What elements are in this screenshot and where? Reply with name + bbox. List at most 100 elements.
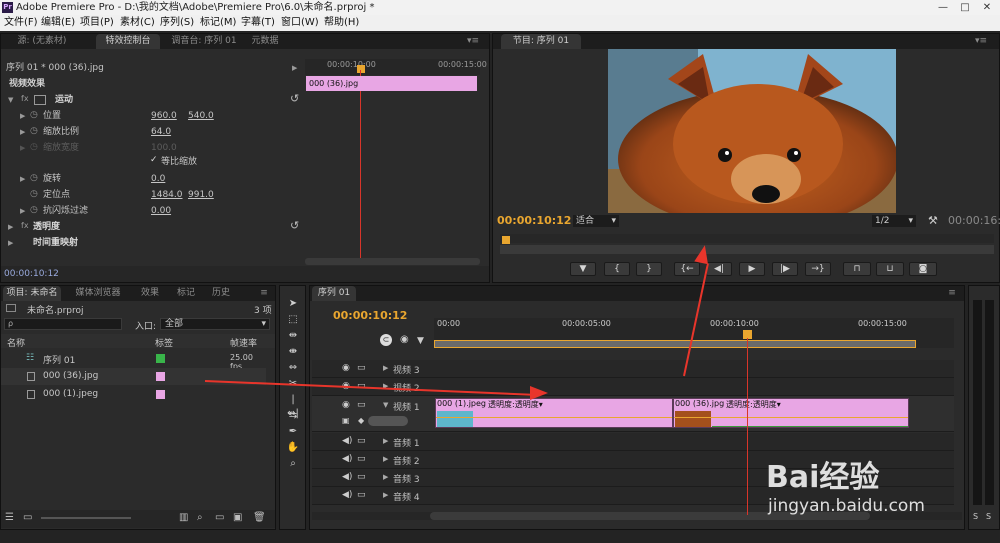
- lock-icon[interactable]: ▭: [357, 490, 366, 500]
- expand-motion-icon[interactable]: ▼: [8, 96, 13, 104]
- menu-project[interactable]: 项目(P): [80, 15, 114, 31]
- program-in-marker[interactable]: [502, 236, 510, 244]
- effect-clip-bar[interactable]: 000 (36).jpg: [306, 76, 477, 91]
- lock-icon[interactable]: ▭: [357, 400, 366, 410]
- effect-zoom-scrollbar[interactable]: [305, 258, 480, 265]
- stopwatch-icon[interactable]: ◷: [30, 126, 38, 136]
- speaker-icon[interactable]: ◀): [342, 454, 352, 464]
- lock-icon[interactable]: ▭: [357, 472, 366, 482]
- stopwatch-icon[interactable]: ◷: [30, 173, 38, 183]
- panel-menu-icon[interactable]: ≡: [942, 286, 962, 301]
- anti-flicker-value[interactable]: 0.00: [151, 203, 171, 219]
- timeline-clip[interactable]: 000 (36).jpg 透明度:透明度▾: [673, 398, 909, 428]
- expand-time-remap-icon[interactable]: ▶: [8, 239, 13, 247]
- maximize-button[interactable]: □: [954, 0, 976, 15]
- fit-dropdown[interactable]: 适合 ▾: [573, 215, 619, 227]
- position-x-value[interactable]: 960.0: [151, 108, 177, 124]
- trash-icon[interactable]: 🗑: [253, 512, 266, 523]
- selection-tool-icon[interactable]: ➤: [286, 297, 300, 311]
- project-search-input[interactable]: ρ: [4, 318, 122, 330]
- go-to-out-button[interactable]: →}: [805, 262, 831, 276]
- stopwatch-icon[interactable]: ◷: [30, 110, 38, 120]
- close-button[interactable]: ✕: [976, 0, 998, 15]
- eye-icon[interactable]: ◉: [342, 363, 350, 373]
- tab-effects[interactable]: 效果: [137, 286, 163, 301]
- opacity-line[interactable]: [436, 417, 672, 418]
- program-mini-ruler[interactable]: [500, 234, 994, 243]
- panel-menu-icon[interactable]: ≡: [255, 286, 273, 301]
- reset-motion-icon[interactable]: ↺: [290, 92, 299, 105]
- tab-history[interactable]: 历史: [208, 286, 234, 301]
- mark-in-button[interactable]: {: [604, 262, 630, 276]
- timeline-timecode[interactable]: 00:00:10:12: [333, 309, 407, 322]
- keyframe-nav[interactable]: [368, 416, 408, 426]
- clip-fx-menu[interactable]: 透明度:透明度▾: [726, 399, 781, 410]
- pen-tool-icon[interactable]: ✒: [286, 425, 300, 439]
- project-row[interactable]: ☷ 序列 01 25.00 fps: [1, 350, 266, 371]
- play-button[interactable]: ▶: [739, 262, 765, 276]
- column-name[interactable]: 名称: [7, 336, 25, 349]
- clip-fx-menu[interactable]: 透明度:透明度▾: [488, 399, 543, 410]
- tab-sequence[interactable]: 序列 01: [312, 286, 356, 301]
- uniform-scale-checkbox[interactable]: ✓: [150, 155, 158, 165]
- timeline-clip[interactable]: 000 (1).jpeg 透明度:透明度▾: [435, 398, 673, 428]
- snap-icon[interactable]: ⊂: [380, 334, 392, 346]
- program-timecode[interactable]: 00:00:10:12: [497, 214, 571, 227]
- reset-opacity-icon[interactable]: ↺: [290, 219, 299, 232]
- ripple-edit-tool-icon[interactable]: ⇹: [286, 329, 300, 343]
- find-icon[interactable]: ⌕: [197, 512, 203, 523]
- tab-metadata[interactable]: 元数据: [241, 34, 289, 49]
- add-marker-button[interactable]: ▼: [570, 262, 596, 276]
- label-swatch[interactable]: [156, 390, 165, 399]
- anchor-x-value[interactable]: 1484.0: [151, 187, 183, 203]
- label-swatch[interactable]: [156, 372, 165, 381]
- rotation-value[interactable]: 0.0: [151, 171, 165, 187]
- expand-track-icon[interactable]: ▶: [383, 437, 388, 445]
- slip-tool-icon[interactable]: |↔|: [286, 393, 300, 419]
- expand-track-icon[interactable]: ▶: [383, 455, 388, 463]
- expand-opacity-icon[interactable]: ▶: [8, 223, 13, 231]
- stopwatch-icon[interactable]: ◷: [30, 189, 38, 199]
- stopwatch-icon[interactable]: ◷: [30, 205, 38, 215]
- mark-out-button[interactable]: }: [636, 262, 662, 276]
- zoom-tool-icon[interactable]: ⌕: [286, 457, 300, 471]
- new-bin-icon[interactable]: ▭: [215, 512, 224, 523]
- project-row[interactable]: 000 (1).jpeg: [1, 386, 266, 403]
- program-video-frame[interactable]: [608, 49, 896, 213]
- tab-program-sequence[interactable]: 节目: 序列 01: [501, 34, 581, 49]
- extract-button[interactable]: ⊔: [876, 262, 904, 276]
- in-filter-dropdown[interactable]: 全部 ▾: [160, 318, 270, 330]
- expand-track-icon[interactable]: ▶: [383, 491, 388, 499]
- rate-stretch-tool-icon[interactable]: ⇔: [286, 361, 300, 375]
- lock-icon[interactable]: ▭: [357, 363, 366, 373]
- add-marker-icon[interactable]: ◉: [400, 334, 409, 345]
- keyframe-icon[interactable]: ◆: [358, 416, 364, 425]
- export-frame-button[interactable]: ◙: [909, 262, 937, 276]
- menu-window[interactable]: 窗口(W): [281, 15, 319, 31]
- expand-rotation-icon[interactable]: ▶: [20, 175, 25, 183]
- automate-icon[interactable]: ▥: [179, 512, 188, 523]
- expand-position-icon[interactable]: ▶: [20, 112, 25, 120]
- tab-source[interactable]: 源: (无素材): [7, 34, 77, 49]
- menu-title[interactable]: 字幕(T): [241, 15, 275, 31]
- wrench-icon[interactable]: ⚒: [928, 214, 938, 227]
- tab-effect-controls[interactable]: 特效控制台: [96, 34, 160, 49]
- tab-project[interactable]: 项目: 未命名: [3, 286, 61, 301]
- label-swatch[interactable]: [156, 354, 165, 363]
- fx-badge-icon[interactable]: fx: [21, 94, 29, 103]
- marker-icon[interactable]: ▼: [417, 336, 424, 346]
- menu-edit[interactable]: 编辑(E): [41, 15, 75, 31]
- minimize-button[interactable]: —: [932, 0, 954, 15]
- slide-tool-icon[interactable]: ⇆: [286, 409, 300, 423]
- resolution-dropdown[interactable]: 1/2 ▾: [872, 215, 916, 227]
- position-y-value[interactable]: 540.0: [188, 108, 214, 124]
- menu-clip[interactable]: 素材(C): [120, 15, 155, 31]
- new-item-icon[interactable]: ▣: [233, 512, 242, 523]
- lock-icon[interactable]: ▭: [357, 436, 366, 446]
- collapse-track-icon[interactable]: ▼: [383, 401, 388, 409]
- anchor-y-value[interactable]: 991.0: [188, 187, 214, 203]
- step-back-button[interactable]: ◀|: [706, 262, 732, 276]
- scale-value[interactable]: 64.0: [151, 124, 171, 140]
- menu-file[interactable]: 文件(F): [4, 15, 38, 31]
- display-style-icon[interactable]: ▣: [342, 416, 350, 425]
